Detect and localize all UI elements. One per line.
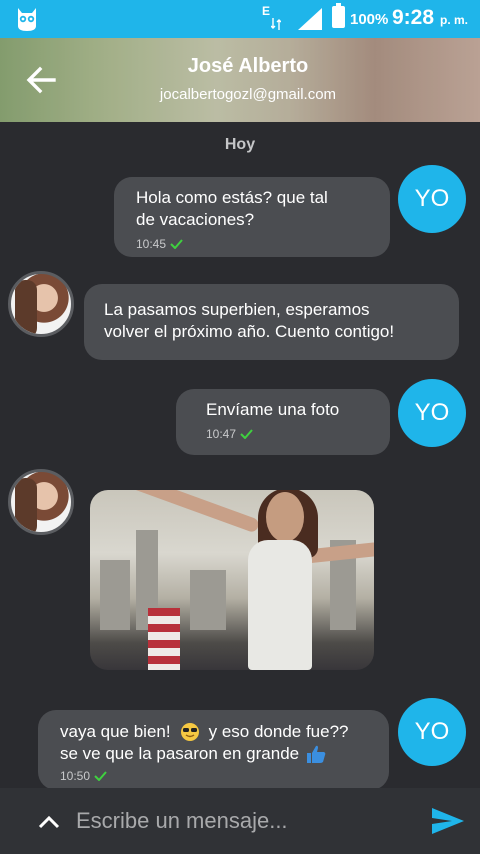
- clock: 9:28: [392, 6, 435, 29]
- signal-strength-icon: [298, 8, 322, 30]
- message-time: 10:47: [206, 427, 237, 441]
- message-text-line: volver el próximo año. Cuento contigo!: [104, 322, 395, 341]
- contact-avatar[interactable]: [8, 271, 74, 337]
- check-icon: [170, 239, 183, 249]
- message-bubble-sent[interactable]: vaya que bien! y eso donde fue?? se ve q…: [38, 710, 389, 790]
- message-time: 10:45: [136, 237, 167, 251]
- message-text-line: La pasamos superbien, esperamos: [104, 300, 370, 319]
- user-avatar: YO: [398, 165, 466, 233]
- message-photo[interactable]: [90, 490, 374, 670]
- contact-name: José Alberto: [187, 55, 309, 77]
- message-bubble-sent[interactable]: Hola como estás? que tal de vacaciones? …: [114, 177, 390, 257]
- message-text-line: Hola como estás? que tal: [136, 188, 328, 207]
- message-bubble-sent[interactable]: Envíame una foto 10:47: [176, 389, 390, 455]
- thumbs-up-emoji-icon: [307, 745, 326, 763]
- message-text-line: de vacaciones?: [136, 210, 255, 229]
- message-composer: [0, 788, 480, 854]
- user-avatar: YO: [398, 698, 466, 766]
- chevron-up-icon[interactable]: [36, 812, 62, 832]
- network-type-icon: E: [262, 4, 284, 30]
- message-meta: 10:50: [60, 769, 389, 783]
- contact-avatar[interactable]: [8, 469, 74, 535]
- message-bubble-received[interactable]: La pasamos superbien, esperamos volver e…: [84, 284, 459, 360]
- message-text: y eso donde fue??: [208, 722, 349, 741]
- message-meta: 10:45: [136, 237, 390, 251]
- message-input[interactable]: [76, 800, 406, 842]
- message-time: 10:50: [60, 769, 91, 783]
- chat-header: José Alberto jocalbertogozl@gmail.com: [0, 38, 480, 122]
- message-text: se ve que la pasaron en grande: [60, 744, 300, 763]
- battery-icon: [332, 3, 345, 28]
- sunglasses-emoji-icon: [180, 723, 199, 741]
- check-icon: [240, 429, 253, 439]
- clock-ampm: p. m.: [440, 13, 469, 27]
- message-text: Envíame una foto: [206, 400, 340, 419]
- message-text-line: vaya que bien! y eso donde fue??: [60, 721, 389, 743]
- date-separator: Hoy: [224, 136, 256, 153]
- message-text: vaya que bien!: [60, 722, 171, 741]
- message-meta: 10:47: [206, 427, 390, 441]
- user-avatar: YO: [398, 379, 466, 447]
- send-icon[interactable]: [430, 806, 466, 836]
- status-bar: E 100% 9:28 p. m.: [0, 0, 480, 38]
- owl-app-icon: [18, 8, 36, 31]
- battery-level: 100%: [350, 11, 389, 28]
- contact-email: jocalbertogozl@gmail.com: [159, 86, 337, 103]
- check-icon: [94, 771, 107, 781]
- message-text-line: se ve que la pasaron en grande: [60, 743, 389, 765]
